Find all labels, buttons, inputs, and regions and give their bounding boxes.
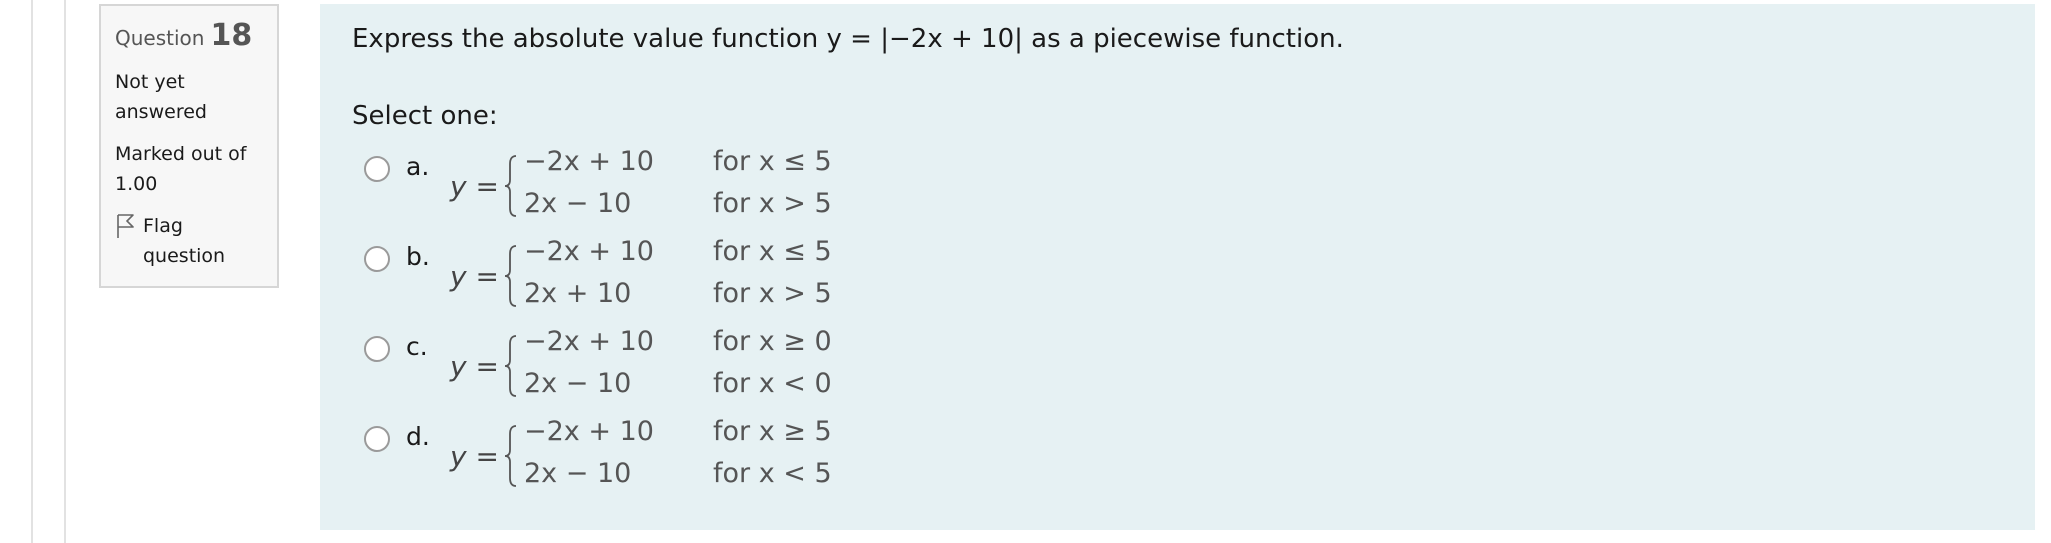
left-brace-icon (504, 335, 517, 397)
question-content-panel: Express the absolute value function y = … (320, 4, 2035, 530)
answer-lhs-var: y (450, 170, 467, 203)
answer-lhs: y = (450, 440, 499, 473)
quiz-page: Question 18 Not yet answered Marked out … (0, 0, 2051, 543)
answer-radio-a[interactable] (364, 156, 390, 182)
case-top-condition: for x ≤ 5 (713, 236, 832, 267)
left-brace-icon (504, 155, 517, 217)
case-bottom-expression: 2x − 10 (524, 188, 632, 219)
question-text-before: Express the absolute value function (352, 24, 827, 54)
answer-radio-b[interactable] (364, 246, 390, 272)
case-top-condition: for x ≥ 0 (713, 326, 832, 357)
question-grade-line: Marked out of (115, 143, 247, 165)
case-bottom-condition: for x > 5 (713, 278, 832, 309)
question-number-value: 18 (210, 18, 253, 53)
case-top-condition: for x ≤ 5 (713, 146, 832, 177)
answer-radio-c[interactable] (364, 336, 390, 362)
flag-question-label[interactable]: Flag (143, 211, 225, 241)
case-top-expression: −2x + 10 (524, 326, 654, 357)
case-bottom-expression: 2x + 10 (524, 278, 632, 309)
page-divider-line (31, 0, 33, 543)
question-number: Question 18 (115, 18, 265, 53)
answer-lhs-var: y (450, 440, 467, 473)
answer-letter: c. (406, 332, 428, 361)
flag-outline-icon[interactable] (115, 211, 137, 241)
question-math: y = |−2x + 10| (826, 24, 1023, 54)
case-top-expression: −2x + 10 (524, 146, 654, 177)
question-text: Express the absolute value function y = … (352, 24, 1344, 54)
answer-lhs: y = (450, 350, 499, 383)
case-bottom-condition: for x < 5 (713, 458, 832, 489)
answer-letter: b. (406, 242, 430, 271)
case-bottom-expression: 2x − 10 (524, 458, 632, 489)
answer-equals: = (466, 350, 499, 383)
question-state-line: Not yet (115, 71, 185, 93)
left-brace-icon (504, 425, 517, 487)
answer-equals: = (466, 440, 499, 473)
question-state-line: answered (115, 101, 207, 123)
flag-question-link[interactable]: Flag question (115, 211, 265, 271)
answer-letter: d. (406, 422, 430, 451)
case-top-expression: −2x + 10 (524, 416, 654, 447)
answer-lhs-var: y (450, 350, 467, 383)
answer-lhs: y = (450, 170, 499, 203)
answer-equals: = (466, 170, 499, 203)
case-bottom-condition: for x > 5 (713, 188, 832, 219)
answer-lhs-var: y (450, 260, 467, 293)
page-divider-line (64, 0, 66, 543)
case-bottom-condition: for x < 0 (713, 368, 832, 399)
question-grade-line: 1.00 (115, 173, 158, 195)
case-bottom-expression: 2x − 10 (524, 368, 632, 399)
flag-question-label[interactable]: question (143, 241, 225, 271)
select-one-prompt: Select one: (352, 101, 498, 131)
case-top-expression: −2x + 10 (524, 236, 654, 267)
answer-lhs: y = (450, 260, 499, 293)
question-text-after: as a piecewise function. (1022, 24, 1344, 54)
question-number-label: Question (115, 26, 205, 50)
answer-equals: = (466, 260, 499, 293)
question-grade: Marked out of 1.00 (115, 139, 265, 199)
left-brace-icon (504, 245, 517, 307)
case-top-condition: for x ≥ 5 (713, 416, 832, 447)
question-state: Not yet answered (115, 67, 265, 127)
answer-letter: a. (406, 152, 430, 181)
answer-radio-d[interactable] (364, 426, 390, 452)
question-info-box: Question 18 Not yet answered Marked out … (99, 4, 279, 288)
